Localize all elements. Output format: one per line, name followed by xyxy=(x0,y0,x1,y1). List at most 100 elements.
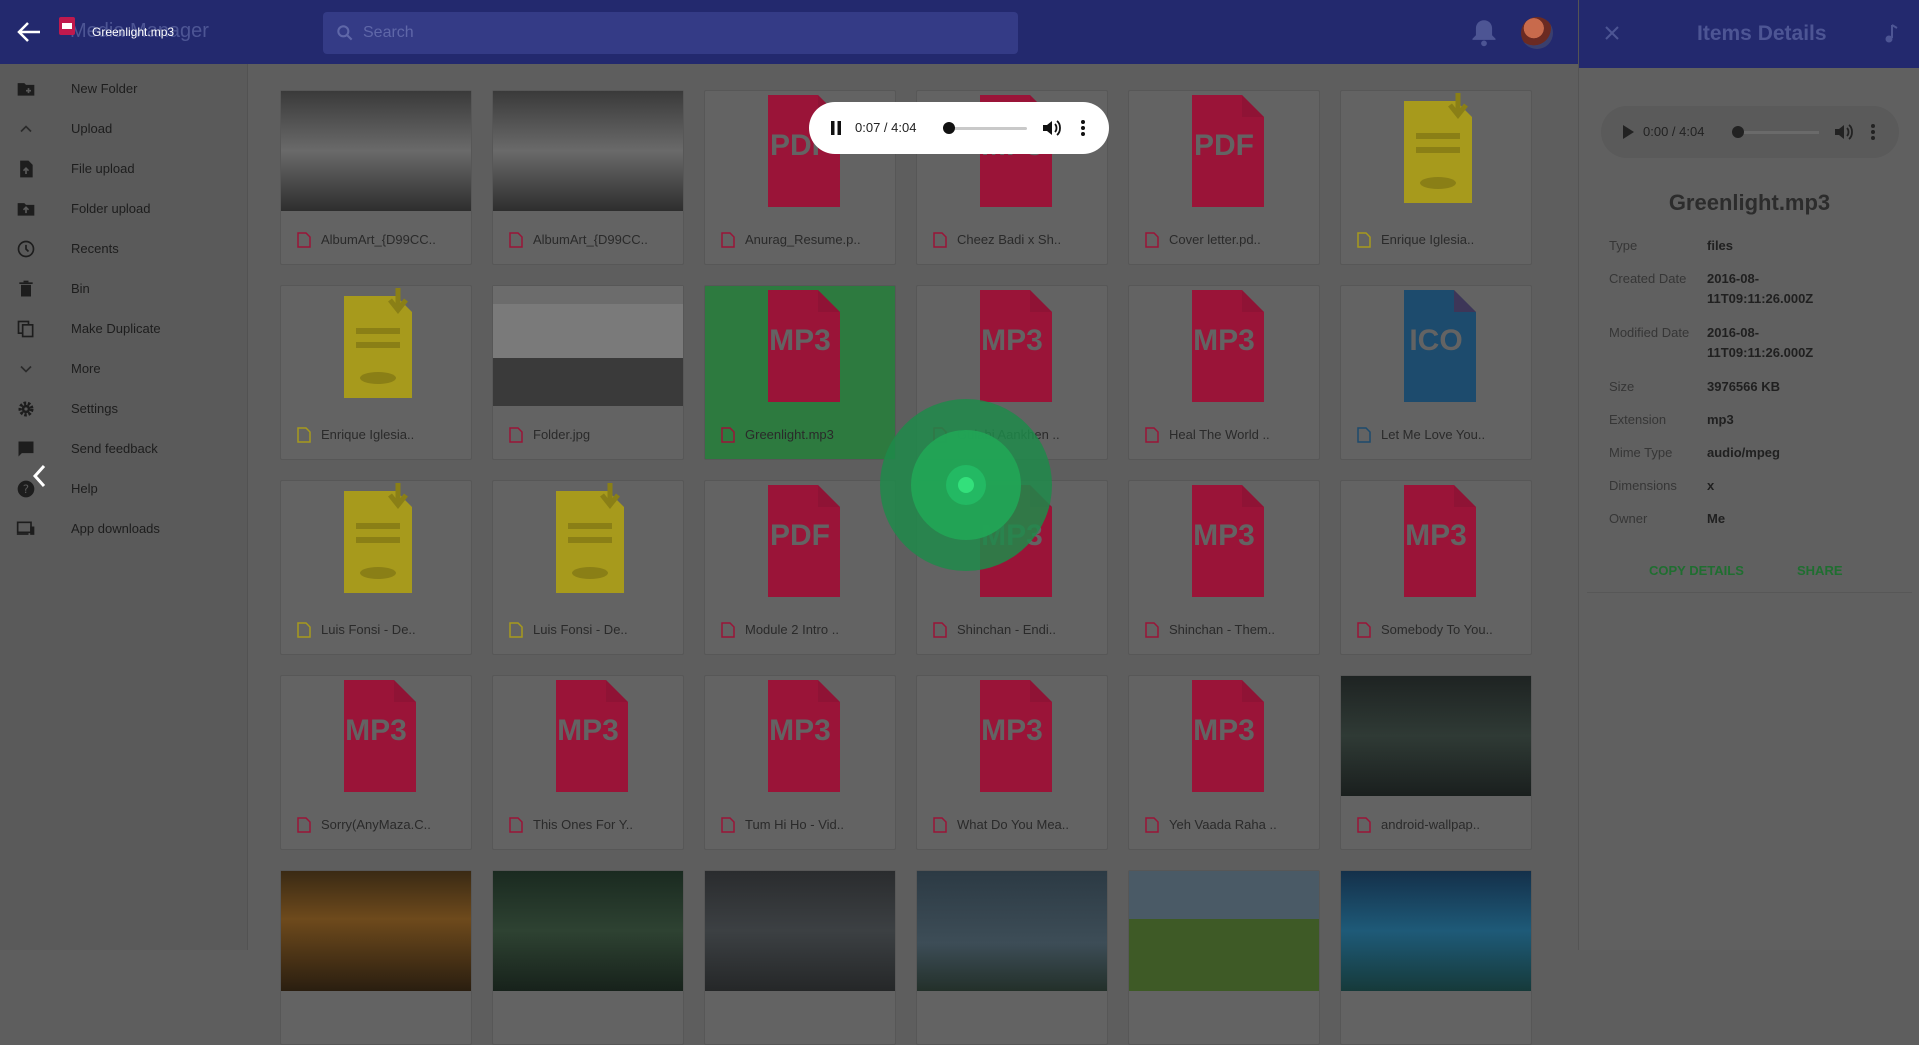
file-card[interactable]: Luis Fonsi - De.. xyxy=(280,480,472,655)
details-panel: Items Details 0:00 / 4:04 Greenlight.mp3… xyxy=(1578,0,1919,950)
file-type-icon xyxy=(1357,427,1371,443)
file-thumbnail: MP3 xyxy=(1129,481,1319,601)
sidebar-item-new-folder[interactable]: New Folder xyxy=(0,69,247,109)
file-card[interactable] xyxy=(1340,870,1532,1045)
file-type-icon xyxy=(297,622,311,638)
file-card[interactable] xyxy=(704,870,896,1045)
sidebar-item-label: New Folder xyxy=(71,81,138,96)
copy-details-button[interactable]: COPY DETAILS xyxy=(1649,563,1744,578)
previous-arrow-icon[interactable] xyxy=(30,463,50,489)
sidebar-item-folder-upload[interactable]: Folder upload xyxy=(0,189,247,229)
file-thumbnail xyxy=(1341,676,1531,796)
file-name: Enrique Iglesia.. xyxy=(321,427,415,442)
more-options-icon[interactable] xyxy=(1869,122,1877,142)
file-card[interactable]: Enrique Iglesia.. xyxy=(280,285,472,460)
file-thumbnail: MP3 xyxy=(705,286,895,406)
file-card[interactable]: PDF Module 2 Intro .. xyxy=(704,480,896,655)
back-arrow-icon[interactable] xyxy=(16,20,42,44)
bell-icon[interactable] xyxy=(1470,18,1498,48)
file-card[interactable]: PDF Cover letter.pd.. xyxy=(1128,90,1320,265)
file-thumbnail xyxy=(1129,871,1319,991)
sidebar-item-upload[interactable]: Upload xyxy=(0,109,247,149)
file-card[interactable]: android-wallpap.. xyxy=(1340,675,1532,850)
volume-icon[interactable] xyxy=(1041,118,1063,138)
seek-handle[interactable] xyxy=(943,122,955,134)
clock-icon xyxy=(17,240,35,258)
sidebar-item-app-downloads[interactable]: App downloads xyxy=(0,509,247,549)
file-name: What Do You Mea.. xyxy=(957,817,1070,832)
music-note-icon xyxy=(1885,24,1898,43)
trash-icon xyxy=(19,280,33,297)
svg-text:MP3: MP3 xyxy=(345,714,407,747)
file-card[interactable]: MP3 This Ones For Y.. xyxy=(492,675,684,850)
sidebar-item-make-duplicate[interactable]: Make Duplicate xyxy=(0,309,247,349)
file-card[interactable]: MP3 What Do You Mea.. xyxy=(916,675,1108,850)
sidebar-item-file-upload[interactable]: File upload xyxy=(0,149,247,189)
details-player-time: 0:00 / 4:04 xyxy=(1643,124,1705,139)
file-name: Folder.jpg xyxy=(533,427,591,442)
player-time: 0:07 / 4:04 xyxy=(855,120,917,135)
file-thumbnail: MP3 xyxy=(917,676,1107,796)
avatar[interactable] xyxy=(1521,17,1553,49)
new-folder-icon xyxy=(17,83,35,96)
file-card[interactable]: AlbumArt_{D99CC.. xyxy=(492,90,684,265)
file-type-icon xyxy=(297,232,311,248)
file-card[interactable]: AlbumArt_{D99CC.. xyxy=(280,90,472,265)
file-type-icon xyxy=(1357,817,1371,833)
sidebar-item-settings[interactable]: Settings xyxy=(0,389,247,429)
file-thumbnail xyxy=(281,91,471,211)
file-card[interactable]: Enrique Iglesia.. xyxy=(1340,90,1532,265)
file-card[interactable]: MP3 Greenlight.mp3 xyxy=(704,285,896,460)
volume-icon[interactable] xyxy=(1833,122,1855,142)
svg-text:MP3: MP3 xyxy=(1405,519,1467,552)
search-icon xyxy=(337,25,353,41)
file-thumbnail: MP3 xyxy=(917,286,1107,406)
details-seek-handle[interactable] xyxy=(1732,126,1744,138)
close-icon[interactable] xyxy=(1603,24,1621,42)
sidebar-item-recents[interactable]: Recents xyxy=(0,229,247,269)
file-card[interactable]: MP3 Shinchan - Them.. xyxy=(1128,480,1320,655)
copy-icon xyxy=(17,320,34,338)
share-button[interactable]: SHARE xyxy=(1797,563,1843,578)
file-name: AlbumArt_{D99CC.. xyxy=(321,232,436,247)
file-name: Cover letter.pd.. xyxy=(1169,232,1261,247)
svg-text:ICO: ICO xyxy=(1409,324,1462,357)
file-card[interactable]: MP3 Tum Hi Ho - Vid.. xyxy=(704,675,896,850)
file-card[interactable]: MP3 Somebody To You.. xyxy=(1340,480,1532,655)
file-card[interactable]: ICO Let Me Love You.. xyxy=(1340,285,1532,460)
file-upload-icon xyxy=(20,160,33,178)
play-icon[interactable] xyxy=(1621,124,1635,140)
file-card[interactable]: MP3 Heal The World .. xyxy=(1128,285,1320,460)
sidebar-item-more[interactable]: More xyxy=(0,349,247,389)
file-card[interactable] xyxy=(916,870,1108,1045)
file-thumbnail xyxy=(1341,91,1531,211)
file-type-icon xyxy=(297,817,311,833)
file-card[interactable]: Folder.jpg xyxy=(492,285,684,460)
file-card[interactable]: Luis Fonsi - De.. xyxy=(492,480,684,655)
playback-glow-dot[interactable] xyxy=(958,477,974,493)
details-audio-player: 0:00 / 4:04 xyxy=(1601,106,1899,158)
file-card[interactable]: MP3 Yeh Vaada Raha .. xyxy=(1128,675,1320,850)
detail-value: 2016-08-11T09:11:26.000Z xyxy=(1707,271,1814,306)
player-title: Greenlight.mp3 xyxy=(92,25,175,39)
seek-track[interactable] xyxy=(945,127,1027,130)
file-card[interactable] xyxy=(1128,870,1320,1045)
file-type-icon xyxy=(509,427,523,443)
detail-value: x xyxy=(1707,478,1715,493)
file-card[interactable]: MP3 Sorry(AnyMaza.C.. xyxy=(280,675,472,850)
more-options-icon[interactable] xyxy=(1079,118,1087,138)
pause-icon[interactable] xyxy=(829,120,843,136)
file-type-icon xyxy=(933,232,947,248)
file-type-icon xyxy=(509,817,523,833)
sidebar-item-label: File upload xyxy=(71,161,135,176)
sidebar-item-label: App downloads xyxy=(71,521,160,536)
detail-value: Me xyxy=(1707,511,1726,526)
file-type-icon xyxy=(1357,232,1371,248)
file-card[interactable] xyxy=(492,870,684,1045)
file-type-icon xyxy=(1145,232,1159,248)
sidebar-item-bin[interactable]: Bin xyxy=(0,269,247,309)
details-seek-track[interactable] xyxy=(1739,131,1819,134)
search-input[interactable]: Search xyxy=(323,12,1018,54)
file-thumbnail: PDF xyxy=(705,481,895,601)
file-card[interactable] xyxy=(280,870,472,1045)
